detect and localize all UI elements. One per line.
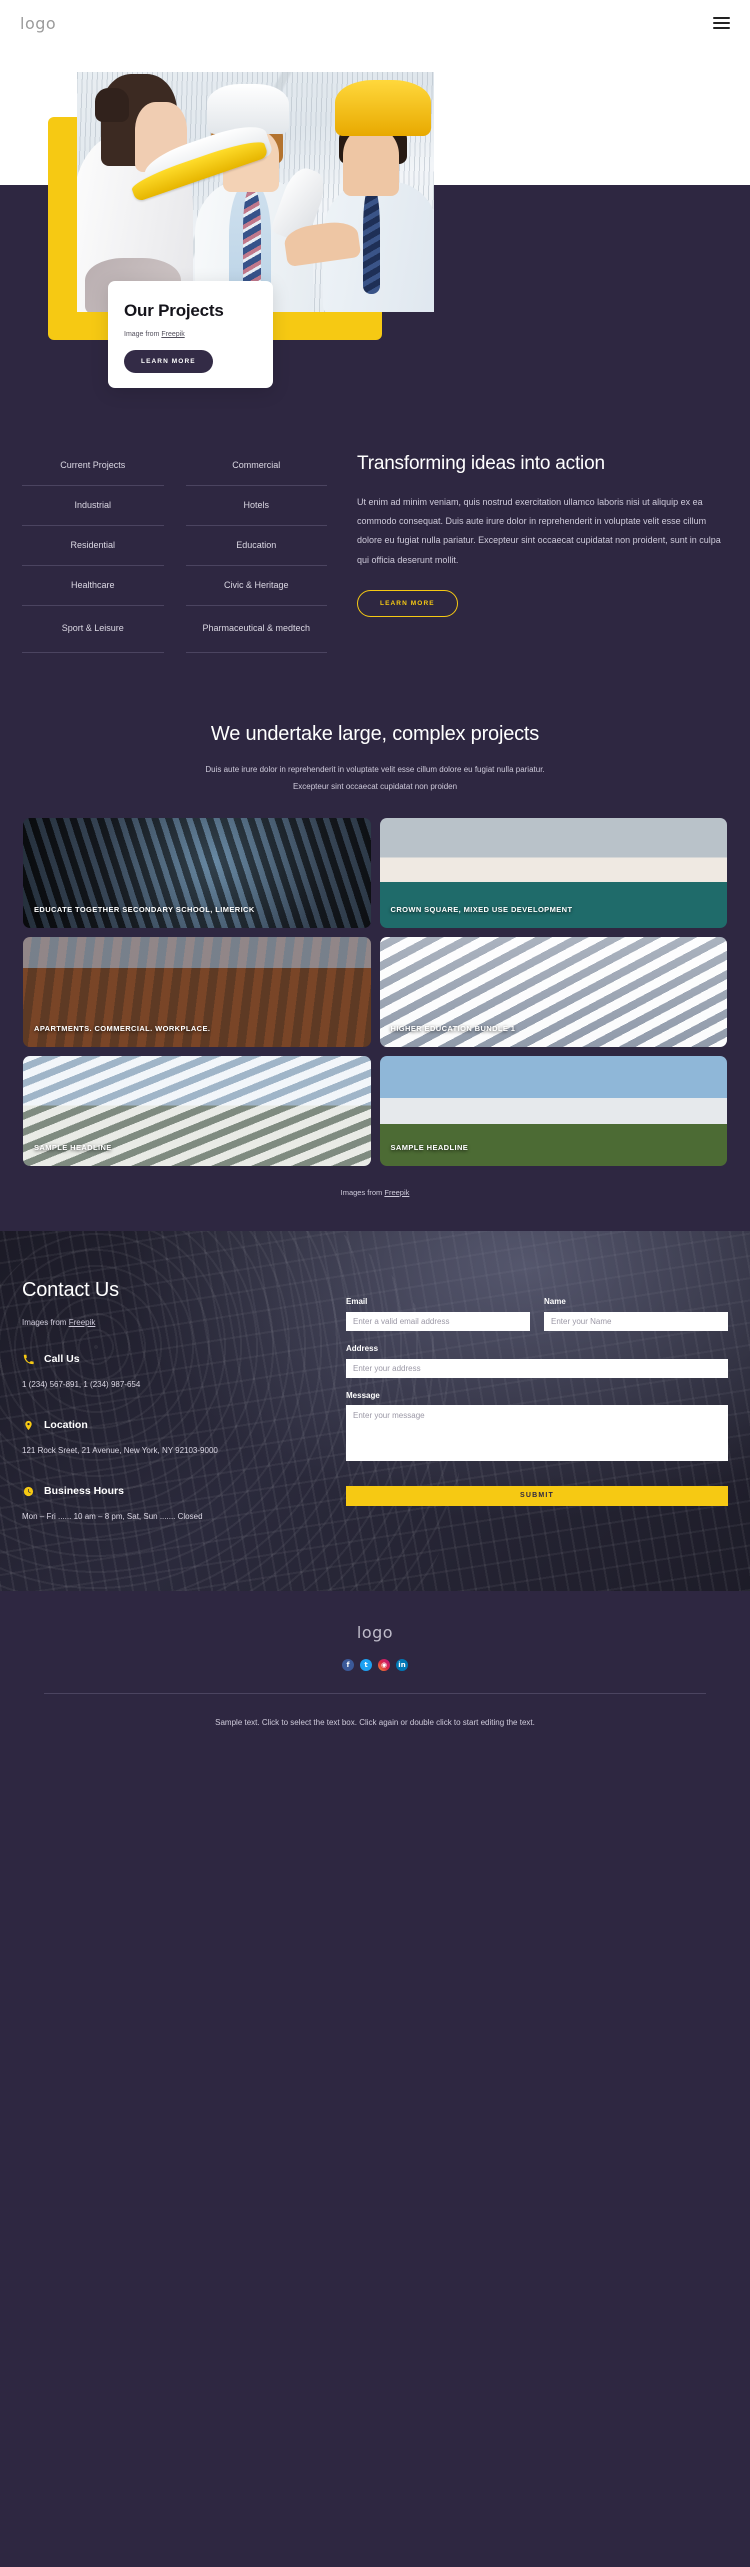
credit-prefix: Images from [22,1317,69,1327]
credit-prefix: Image from [124,331,162,338]
credit-prefix: Images from [340,1187,385,1197]
contact-call-title: Call Us [44,1353,80,1366]
project-tile[interactable]: CROWN SQUARE, MIXED USE DEVELOPMENT [379,817,727,928]
category-item-sport-leisure[interactable]: Sport & Leisure [22,606,164,653]
name-input[interactable] [544,1311,728,1331]
hamburger-menu-icon[interactable] [713,17,730,29]
form-group-name: Name [544,1297,728,1331]
category-item-healthcare[interactable]: Healthcare [22,566,164,606]
contact-location-text: 121 Rock Sreet, 21 Avenue, New York, NY … [22,1445,218,1455]
project-tile[interactable]: APARTMENTS. COMMERCIAL. WORKPLACE. [23,936,371,1047]
contact-location-block: Location 121 Rock Sreet, 21 Avenue, New … [22,1419,322,1459]
gallery-subtitle-line-1: Duis aute irure dolor in reprehenderit i… [205,765,545,774]
submit-button[interactable]: SUBMIT [346,1485,728,1506]
gallery-section: We undertake large, complex projects Dui… [0,693,750,1197]
contact-heading: Contact Us [22,1278,119,1301]
contact-call-head: Call Us [22,1353,322,1366]
category-item-industrial[interactable]: Industrial [22,486,164,526]
project-grid: EDUCATE TOGETHER SECONDARY SCHOOL, LIMER… [0,796,750,1166]
freepik-link[interactable]: Freepik [384,1188,409,1197]
freepik-link[interactable]: Freepik [69,1318,96,1327]
intro-block: Transforming ideas into action Ut enim a… [357,446,728,653]
contact-hours-text: Mon – Fri ...... 10 am – 8 pm, Sat, Sun … [22,1511,203,1521]
project-tile[interactable]: SAMPLE HEADLINE [23,1055,371,1166]
gallery-image-credit: Images from Freepik [0,1166,750,1197]
contact-call-text: 1 (234) 567-891, 1 (234) 987-654 [22,1379,141,1389]
hero-learn-more-button[interactable]: LEARN MORE [124,350,213,373]
gallery-subtitle-line-2: Excepteur sint occaecat cupidatat non pr… [292,781,458,791]
category-item-current-projects[interactable]: Current Projects [22,446,164,486]
form-group-email: Email [346,1297,530,1331]
logo[interactable]: logo [20,14,56,33]
contact-image-credit: Images from Freepik [22,1318,322,1327]
address-label: Address [346,1343,379,1353]
category-item-education[interactable]: Education [185,526,327,566]
project-caption: APARTMENTS. COMMERCIAL. WORKPLACE. [34,1023,211,1033]
contact-info: Contact Us Images from Freepik Call Us 1… [22,1279,322,1543]
category-item-civic-heritage[interactable]: Civic & Heritage [185,566,327,606]
footer-logo[interactable]: logo [0,1623,750,1642]
contact-call-block: Call Us 1 (234) 567-891, 1 (234) 987-654 [22,1353,322,1393]
name-label: Name [544,1296,566,1306]
categories-section: Current Projects Commercial Industrial H… [0,391,750,693]
project-tile[interactable]: HIGHER EDUCATION BUNDLE 1 [379,936,727,1047]
freepik-link[interactable]: Freepik [161,331,184,338]
hero-card: Our Projects Image from Freepik LEARN MO… [108,281,273,388]
instagram-icon[interactable]: ◉ [378,1658,390,1671]
email-input[interactable] [346,1311,530,1331]
footer-divider [44,1692,706,1694]
project-caption: EDUCATE TOGETHER SECONDARY SCHOOL, LIMER… [34,904,255,914]
category-list: Current Projects Commercial Industrial H… [22,446,327,653]
clock-icon [22,1485,35,1498]
contact-location-head: Location [22,1419,322,1432]
form-group-message: Message [346,1391,728,1466]
footer-note: Sample text. Click to select the text bo… [215,1717,535,1727]
message-label: Message [346,1390,380,1400]
contact-hours-head: Business Hours [22,1485,322,1498]
message-input[interactable] [346,1404,728,1461]
gallery-subtitle: Duis aute irure dolor in reprehenderit i… [0,762,750,796]
project-caption: HIGHER EDUCATION BUNDLE 1 [390,1023,516,1033]
contact-location-title: Location [44,1419,88,1432]
email-label: Email [346,1296,368,1306]
map-pin-icon [22,1419,35,1432]
intro-learn-more-button[interactable]: LEARN MORE [357,590,458,618]
form-group-address: Address [346,1344,728,1378]
contact-form: Email Name Address Message SUBMIT [346,1279,728,1543]
project-tile[interactable]: EDUCATE TOGETHER SECONDARY SCHOOL, LIMER… [23,817,371,928]
hero-image-credit: Image from Freepik [124,331,257,338]
gallery-heading: We undertake large, complex projects [210,723,540,745]
phone-icon [22,1353,35,1366]
page-root: logo Our Projects Image from Freepik LEA… [0,0,750,1756]
twitter-icon[interactable]: t [360,1658,372,1671]
category-item-residential[interactable]: Residential [22,526,164,566]
hero-photo [77,72,434,312]
page-title: Our Projects [124,301,224,320]
category-item-commercial[interactable]: Commercial [185,446,327,486]
project-caption: SAMPLE HEADLINE [34,1142,112,1152]
address-input[interactable] [346,1358,728,1378]
project-tile[interactable]: SAMPLE HEADLINE [379,1055,727,1166]
form-row-email-name: Email Name [346,1297,728,1344]
facebook-icon[interactable]: f [342,1658,354,1671]
hero-section: Our Projects Image from Freepik LEARN MO… [0,46,750,391]
category-item-hotels[interactable]: Hotels [185,486,327,526]
site-header: logo [0,0,750,46]
linkedin-icon[interactable]: in [396,1658,408,1671]
project-caption: SAMPLE HEADLINE [390,1142,469,1152]
contact-section: Contact Us Images from Freepik Call Us 1… [0,1230,750,1591]
project-caption: CROWN SQUARE, MIXED USE DEVELOPMENT [390,904,573,914]
contact-hours-title: Business Hours [44,1485,124,1498]
intro-body: Ut enim ad minim veniam, quis nostrud ex… [357,496,721,565]
category-item-pharmaceutical-medtech[interactable]: Pharmaceutical & medtech [185,606,327,653]
contact-hours-block: Business Hours Mon – Fri ...... 10 am – … [22,1485,322,1525]
intro-heading: Transforming ideas into action [357,453,605,474]
site-footer: logo f t ◉ in Sample text. Click to sele… [0,1590,750,1756]
social-links: f t ◉ in [0,1658,750,1671]
